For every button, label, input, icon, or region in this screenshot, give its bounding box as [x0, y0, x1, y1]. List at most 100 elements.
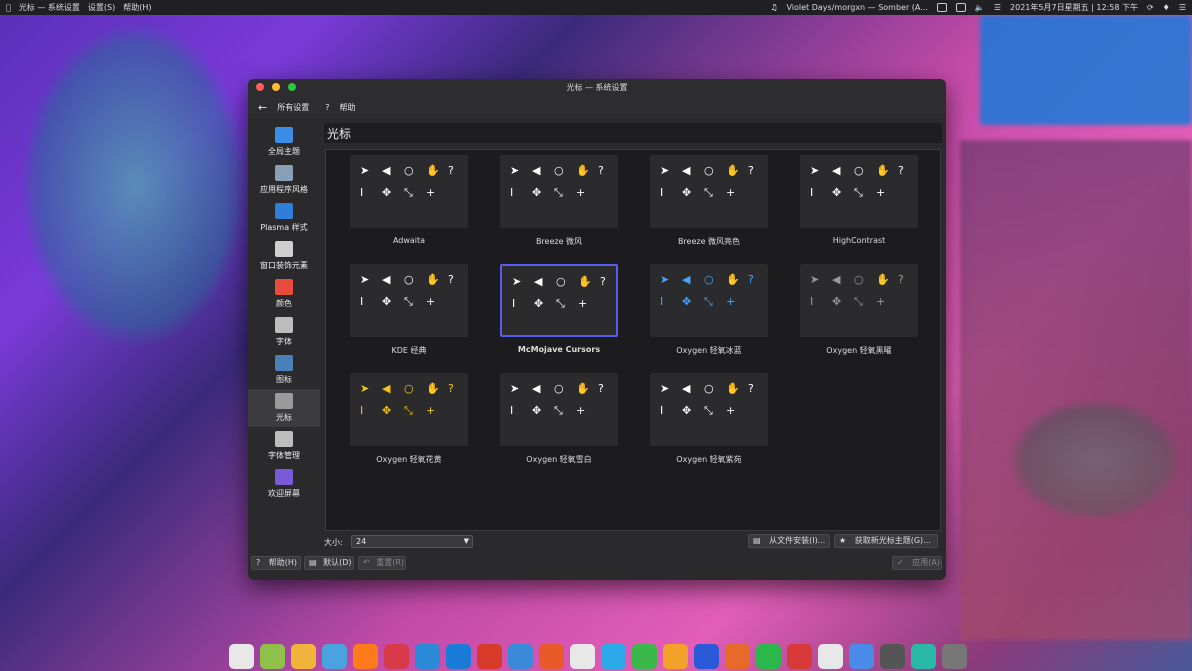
sidebar-item[interactable]: 字体 [248, 313, 320, 351]
menu-app-title[interactable]: 光标 — 系统设置 [19, 2, 80, 13]
all-settings-link[interactable]: 所有设置 [277, 102, 309, 113]
menu-help[interactable]: 帮助(H) [123, 2, 151, 13]
cursor-theme-tile[interactable]: ➤ ◀ ○ ✋? I ✥ ⤡ + Breeze 微风亮色 [626, 150, 776, 260]
cursor-theme-tile[interactable]: ➤ ◀ ○ ✋? I ✥ ⤡ + Oxygen 轻氧雪白 [476, 368, 626, 478]
dock-app-icon[interactable] [446, 643, 471, 669]
get-new-themes-button[interactable]: ★ 获取新光标主题(G)... [834, 534, 938, 548]
dock-app-icon[interactable] [415, 643, 440, 669]
sidebar-item[interactable]: Plasma 样式 [248, 199, 320, 237]
cursor-theme-tile[interactable]: ➤ ◀ ○ ✋? I ✥ ⤡ + Oxygen 轻氧花黄 [326, 368, 476, 478]
cursor-glyph-icon: ✋ [876, 273, 890, 286]
cursor-theme-tile[interactable]: ➤ ◀ ○ ✋? I ✥ ⤡ + Breeze 微风 [476, 150, 626, 260]
volume-icon[interactable]: 🔈 [975, 3, 985, 12]
sidebar-item[interactable]: 欢迎屏幕 [248, 465, 320, 503]
cursor-theme-tile[interactable]: ➤ ◀ ○ ✋? I ✥ ⤡ + KDE 经典 [326, 259, 476, 369]
zoom-button[interactable] [288, 83, 296, 91]
apply-button[interactable]: ✓ 应用(A) [892, 556, 942, 570]
now-playing-text[interactable]: Violet Days/morgxn — Somber (A... [787, 3, 928, 12]
cursor-glyph-icon: ⤡ [704, 404, 713, 417]
cursor-theme-tile[interactable]: ➤ ◀ ○ ✋? I ✥ ⤡ + HighContrast [776, 150, 926, 260]
dock-app-icon[interactable] [663, 643, 688, 669]
sidebar-item[interactable]: 全局主题 [248, 123, 320, 161]
help-icon[interactable]: ? [325, 103, 329, 112]
cursor-theme-tile[interactable]: ➤ ◀ ○ ✋? I ✥ ⤡ + Oxygen 轻氧黑曜 [776, 259, 926, 369]
menu-settings[interactable]: 设置(S) [88, 2, 115, 13]
cursor-glyph-icon: ? [748, 164, 754, 177]
cursor-glyph-icon: ◀ [832, 164, 841, 177]
dock-app-icon[interactable] [942, 643, 967, 669]
cursor-glyph-icon: ◀ [382, 273, 391, 286]
window-title: 光标 — 系统设置 [566, 82, 628, 92]
dock-app-icon[interactable] [756, 643, 781, 669]
cursor-glyph-icon: ⤡ [854, 295, 863, 308]
minimize-button[interactable] [272, 83, 280, 91]
sidebar-item[interactable]: 颜色 [248, 275, 320, 313]
reset-button[interactable]: ↶ 重置(R) [358, 556, 406, 570]
defaults-button-label: 默认(D) [323, 558, 352, 567]
dock-app-icon[interactable] [260, 643, 285, 669]
cursor-theme-tile[interactable]: ➤ ◀ ○ ✋? I ✥ ⤡ + Oxygen 轻氧冰蓝 [626, 259, 776, 369]
cursor-glyph-icon: ✥ [382, 295, 392, 308]
bell-icon[interactable]: ♦ [1163, 3, 1170, 12]
cursor-glyph-icon: ➤ [660, 164, 670, 177]
cursor-glyph-icon: ○ [404, 273, 414, 286]
dock-app-icon[interactable] [508, 643, 533, 669]
sidebar-item[interactable]: 字体管理 [248, 427, 320, 465]
dock-app-icon[interactable] [849, 643, 874, 669]
dock-app-icon[interactable] [601, 643, 626, 669]
cursor-theme-tile[interactable]: ➤ ◀ ○ ✋? I ✥ ⤡ + Oxygen 轻氧紫苑 [626, 368, 776, 478]
cursor-glyph-icon: I [360, 295, 364, 308]
cursor-preview: ➤ ◀ ○ ✋? I ✥ ⤡ + [350, 155, 468, 228]
cursor-glyph-icon: ✥ [682, 295, 692, 308]
dock-app-icon[interactable] [632, 643, 657, 669]
cursor-glyph-icon: I [510, 186, 514, 199]
back-arrow-icon[interactable]: ← [258, 101, 267, 114]
reset-icon: ↶ [363, 558, 370, 567]
dock-app-icon[interactable] [384, 643, 409, 669]
defaults-button[interactable]: ▤ 默认(D) [304, 556, 354, 570]
sidebar-item[interactable]: 光标 [248, 389, 320, 427]
network-icon[interactable]: ☰ [994, 3, 1001, 12]
help-link[interactable]: 帮助 [339, 102, 355, 113]
size-row: 大小: 24 ▼ ▤ 从文件安装(I)... ★ 获取新光标主题(G)... [324, 534, 942, 551]
apple-logo-icon[interactable]:  [6, 3, 11, 12]
close-button[interactable] [256, 83, 264, 91]
dock-app-icon[interactable] [818, 643, 843, 669]
sidebar-item[interactable]: 应用程序风格 [248, 161, 320, 199]
cursor-glyph-icon: ○ [704, 382, 714, 395]
install-from-file-button[interactable]: ▤ 从文件安装(I)... [748, 534, 830, 548]
install-label: 从文件安装(I)... [769, 536, 826, 545]
content-area: 光标 ➤ ◀ ○ ✋? I ✥ ⤡ + Adwaita ➤ ◀ ○ ✋? I ✥ ⤡ + Breeze 微风 ➤ ◀ ○… [324, 123, 942, 553]
sidebar-item[interactable]: 图标 [248, 351, 320, 389]
cursor-glyph-icon: ➤ [360, 382, 370, 395]
dock-app-icon[interactable] [725, 643, 750, 669]
dock-app-icon[interactable] [229, 643, 254, 669]
dock-app-icon[interactable] [787, 643, 812, 669]
cursor-glyph-icon: I [810, 295, 814, 308]
sidebar-item-icon [275, 279, 293, 295]
cursor-theme-tile[interactable]: ➤ ◀ ○ ✋? I ✥ ⤡ + Adwaita [326, 150, 476, 260]
sidebar-item-icon [275, 469, 293, 485]
display-icon[interactable] [936, 3, 947, 12]
dock-app-icon[interactable] [694, 643, 719, 669]
dock-app-icon[interactable] [353, 643, 378, 669]
sidebar-item[interactable]: 窗口装饰元素 [248, 237, 320, 275]
dock-app-icon[interactable] [322, 643, 347, 669]
cursor-glyph-icon: ✥ [382, 404, 392, 417]
keyboard-icon[interactable] [955, 3, 966, 12]
dock-app-icon[interactable] [880, 643, 905, 669]
dock-app-icon[interactable] [570, 643, 595, 669]
dock-app-icon[interactable] [477, 643, 502, 669]
dock-app-icon[interactable] [911, 643, 936, 669]
dock-app-icon[interactable] [539, 643, 564, 669]
sync-icon[interactable]: ⟳ [1147, 3, 1154, 12]
cursor-preview: ➤ ◀ ○ ✋? I ✥ ⤡ + [500, 155, 618, 228]
help-button[interactable]: ? 帮助(H) [251, 556, 301, 570]
size-select[interactable]: 24 ▼ [351, 535, 473, 548]
menu-icon[interactable]: ☰ [1179, 3, 1186, 12]
dock-app-icon[interactable] [291, 643, 316, 669]
cursor-theme-name: Oxygen 轻氧雪白 [526, 455, 592, 464]
now-playing-icon[interactable]: ♫ [770, 3, 777, 12]
clock[interactable]: 2021年5月7日星期五 | 12:58 下午 [1010, 2, 1138, 13]
cursor-theme-tile[interactable]: ➤ ◀ ○ ✋? I ✥ ⤡ + McMojave Cursors [476, 259, 626, 369]
